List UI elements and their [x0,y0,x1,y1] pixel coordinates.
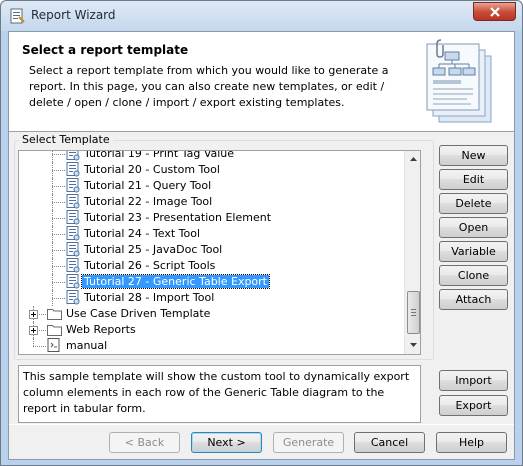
tree-item[interactable]: Tutorial 24 - Text Tool [19,226,404,242]
back-button[interactable]: < Back [109,432,180,453]
report-template-icon [66,210,80,225]
open-button[interactable]: Open [439,217,508,238]
report-template-icon [66,274,80,289]
wizard-header: Select a report template Select a report… [9,32,514,132]
report-document-stack-icon [426,39,492,123]
report-wizard-icon [10,8,25,24]
clone-button[interactable]: Clone [439,265,508,286]
tree-item-label: Tutorial 28 - Import Tool [84,291,215,304]
chevron-up-icon [410,157,417,161]
scroll-thumb[interactable] [407,291,420,334]
tree-item[interactable]: Tutorial 26 - Script Tools [19,258,404,274]
tree-item[interactable]: Tutorial 21 - Query Tool [19,178,404,194]
attach-button[interactable]: Attach [439,289,508,310]
report-template-icon [66,226,80,241]
close-button[interactable] [473,2,516,21]
report-template-icon [66,151,80,161]
tree-item[interactable]: Tutorial 23 - Presentation Element [19,210,404,226]
tree-item[interactable]: Use Case Driven Template [19,306,404,322]
expand-icon[interactable] [29,310,38,319]
help-button[interactable]: Help [436,432,507,453]
tree-item[interactable]: Tutorial 19 - Print Tag Value [19,151,404,162]
tree-item-label: Tutorial 21 - Query Tool [84,179,212,192]
delete-button[interactable]: Delete [439,193,508,214]
tree-item-label: Web Reports [66,323,136,336]
import-button[interactable]: Import [439,370,508,391]
cancel-button[interactable]: Cancel [354,432,425,453]
variable-button[interactable]: Variable [439,241,508,262]
title-bar[interactable]: Report Wizard [1,1,522,31]
report-template-icon [66,290,80,305]
tree-item[interactable]: Web Reports [19,322,404,338]
scroll-up-button[interactable] [406,151,420,167]
tree-item-label: Use Case Driven Template [66,307,211,320]
report-template-icon [66,162,80,177]
tree-item[interactable]: manual [19,338,404,354]
tree-item[interactable]: Tutorial 25 - JavaDoc Tool [19,242,404,258]
tree-item-label: Tutorial 24 - Text Tool [84,227,201,240]
report-template-icon [66,242,80,257]
report-template-icon [66,258,80,273]
template-tree-items: Tutorial 19 - Print Tag Value Tutorial 20… [19,151,404,354]
footer-separator [9,424,514,425]
expand-icon[interactable] [29,326,38,335]
new-button[interactable]: New [439,145,508,166]
chevron-down-icon [410,343,417,347]
tree-item-label: Tutorial 19 - Print Tag Value [84,151,235,160]
tree-item-label: Tutorial 23 - Presentation Element [84,211,272,224]
window-title: Report Wizard [31,8,116,22]
tree-item-label: Tutorial 20 - Custom Tool [84,163,220,176]
tree-item-label: manual [66,339,108,352]
edit-button[interactable]: Edit [439,169,508,190]
next-button[interactable]: Next > [191,432,262,453]
tree-item-label: Tutorial 25 - JavaDoc Tool [84,243,223,256]
tree-item-label: Tutorial 26 - Script Tools [84,259,216,272]
export-button[interactable]: Export [439,395,508,416]
select-template-label: Select Template [19,133,113,146]
folder-icon [47,309,62,320]
tree-item[interactable]: Tutorial 20 - Custom Tool [19,162,404,178]
folder-icon [47,325,62,336]
report-wizard-window: Report Wizard Select a report template S… [0,0,523,466]
template-description: This sample template will show the custo… [18,365,421,423]
page-description: Select a report template from which you … [29,64,389,109]
tree-item-label: Tutorial 22 - Image Tool [84,195,213,208]
scroll-down-button[interactable] [406,337,420,353]
close-icon [489,6,500,17]
page-title: Select a report template [22,43,189,57]
report-template-icon [66,194,80,209]
document-icon [47,338,60,352]
tree-item-label: Tutorial 27 - Generic Table Export [81,274,270,289]
tree-vertical-scrollbar[interactable] [404,151,420,354]
generate-button[interactable]: Generate [273,432,344,453]
template-tree[interactable]: Tutorial 19 - Print Tag Value Tutorial 20… [18,150,421,355]
tree-item[interactable]: Tutorial 28 - Import Tool [19,290,404,306]
wizard-client-area: Select a report template Select a report… [8,31,515,460]
tree-item[interactable]: Tutorial 22 - Image Tool [19,194,404,210]
tree-item[interactable]: Tutorial 27 - Generic Table Export [19,274,404,290]
report-template-icon [66,178,80,193]
